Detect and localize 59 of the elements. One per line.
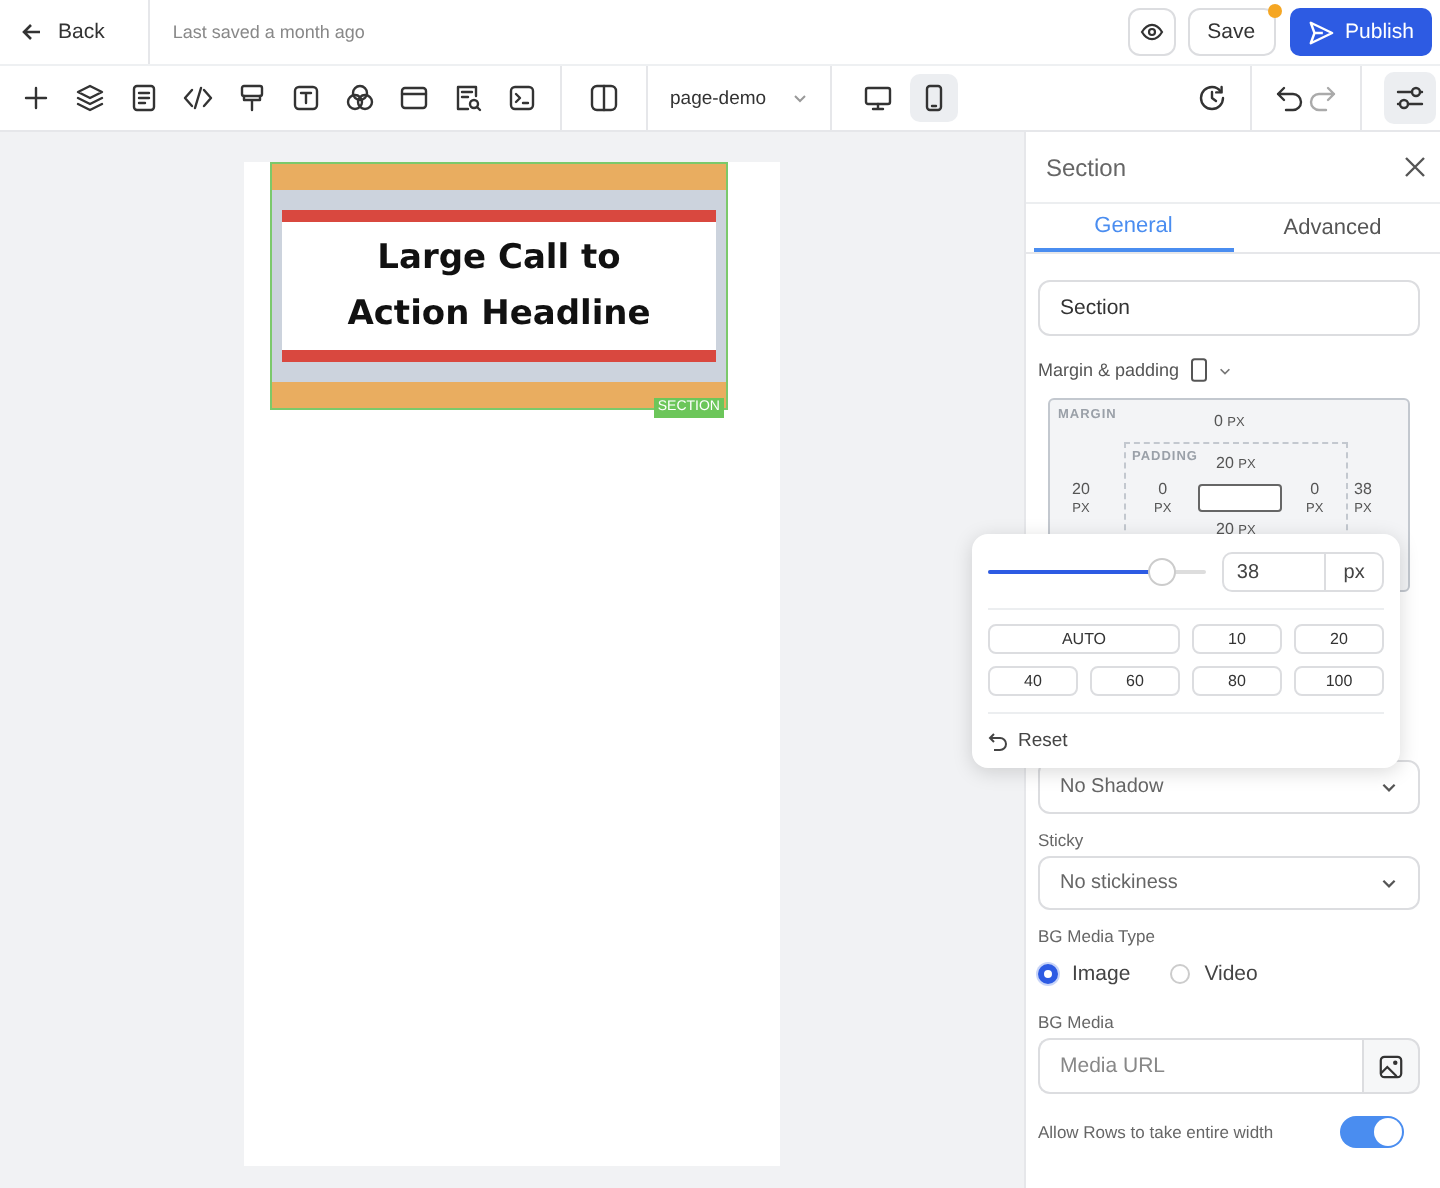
preset-button[interactable]: 40 xyxy=(988,666,1078,696)
mobile-icon[interactable] xyxy=(1189,358,1208,382)
publish-button[interactable]: Publish xyxy=(1289,8,1432,56)
preset-button[interactable]: 80 xyxy=(1192,666,1282,696)
paint-roller-icon[interactable] xyxy=(236,82,268,114)
monitor-icon xyxy=(862,82,895,114)
image-icon xyxy=(1378,1053,1404,1079)
margin-padding-label: Margin & padding xyxy=(1038,360,1180,380)
sliders-icon xyxy=(1394,82,1426,114)
image-picker-button[interactable] xyxy=(1362,1038,1420,1094)
full-width-toggle[interactable] xyxy=(1340,1116,1404,1148)
full-width-label: Allow Rows to take entire width xyxy=(1038,1122,1274,1142)
last-saved-text: Last saved a month ago xyxy=(172,22,365,42)
mobile-view-button[interactable] xyxy=(910,74,959,122)
preset-button[interactable]: 20 xyxy=(1294,624,1384,654)
page-select[interactable]: page-demo xyxy=(670,87,809,109)
radio-label: Video xyxy=(1204,962,1258,986)
back-button[interactable]: Back xyxy=(20,20,105,44)
eye-icon xyxy=(1139,20,1164,44)
element-name-field[interactable]: Section xyxy=(1038,280,1420,336)
close-icon[interactable] xyxy=(1404,156,1426,178)
add-icon[interactable] xyxy=(20,82,52,114)
sticky-label: Sticky xyxy=(1038,830,1086,850)
media-url-field[interactable]: Media URL xyxy=(1038,1038,1362,1094)
document-icon[interactable] xyxy=(128,82,160,114)
sticky-select[interactable]: No stickiness xyxy=(1038,856,1420,910)
caret-icon[interactable] xyxy=(1217,363,1232,377)
undo-icon[interactable] xyxy=(1274,82,1306,114)
radio-label: Image xyxy=(1072,962,1131,986)
headline-text: Large Call to Action Headline xyxy=(345,236,653,338)
columns-icon[interactable] xyxy=(588,82,620,114)
preset-button[interactable]: AUTO xyxy=(988,624,1180,654)
content-box xyxy=(1198,484,1282,512)
browser-window-icon[interactable] xyxy=(398,82,430,114)
code-icon[interactable] xyxy=(182,82,214,114)
settings-sliders-button[interactable] xyxy=(1384,72,1436,124)
undo-icon xyxy=(988,731,1008,751)
layers-icon[interactable] xyxy=(74,82,106,114)
preset-button[interactable]: 10 xyxy=(1192,624,1282,654)
spacing-slider[interactable] xyxy=(988,556,1207,588)
terminal-icon[interactable] xyxy=(506,82,538,114)
document-search-icon[interactable] xyxy=(452,82,484,114)
panel-title: Section xyxy=(1046,153,1127,181)
preset-button[interactable]: 100 xyxy=(1294,666,1384,696)
send-icon xyxy=(1307,19,1334,45)
preview-button[interactable] xyxy=(1127,8,1176,56)
reset-button[interactable]: Reset xyxy=(988,730,1068,752)
bg-media-label: BG Media xyxy=(1038,1012,1116,1032)
arrow-left-icon xyxy=(20,20,44,44)
preset-button[interactable]: 60 xyxy=(1090,666,1180,696)
text-icon[interactable] xyxy=(290,82,322,114)
color-circles-icon[interactable] xyxy=(344,82,376,114)
chevron-down-icon xyxy=(1380,778,1398,796)
radio-button[interactable] xyxy=(1038,964,1058,984)
history-icon[interactable] xyxy=(1196,82,1228,114)
caret-icon xyxy=(792,90,809,106)
chevron-down-icon xyxy=(1380,874,1398,892)
panel-tab[interactable]: Advanced xyxy=(1233,204,1432,252)
bg-media-type-label: BG Media Type xyxy=(1038,926,1157,946)
